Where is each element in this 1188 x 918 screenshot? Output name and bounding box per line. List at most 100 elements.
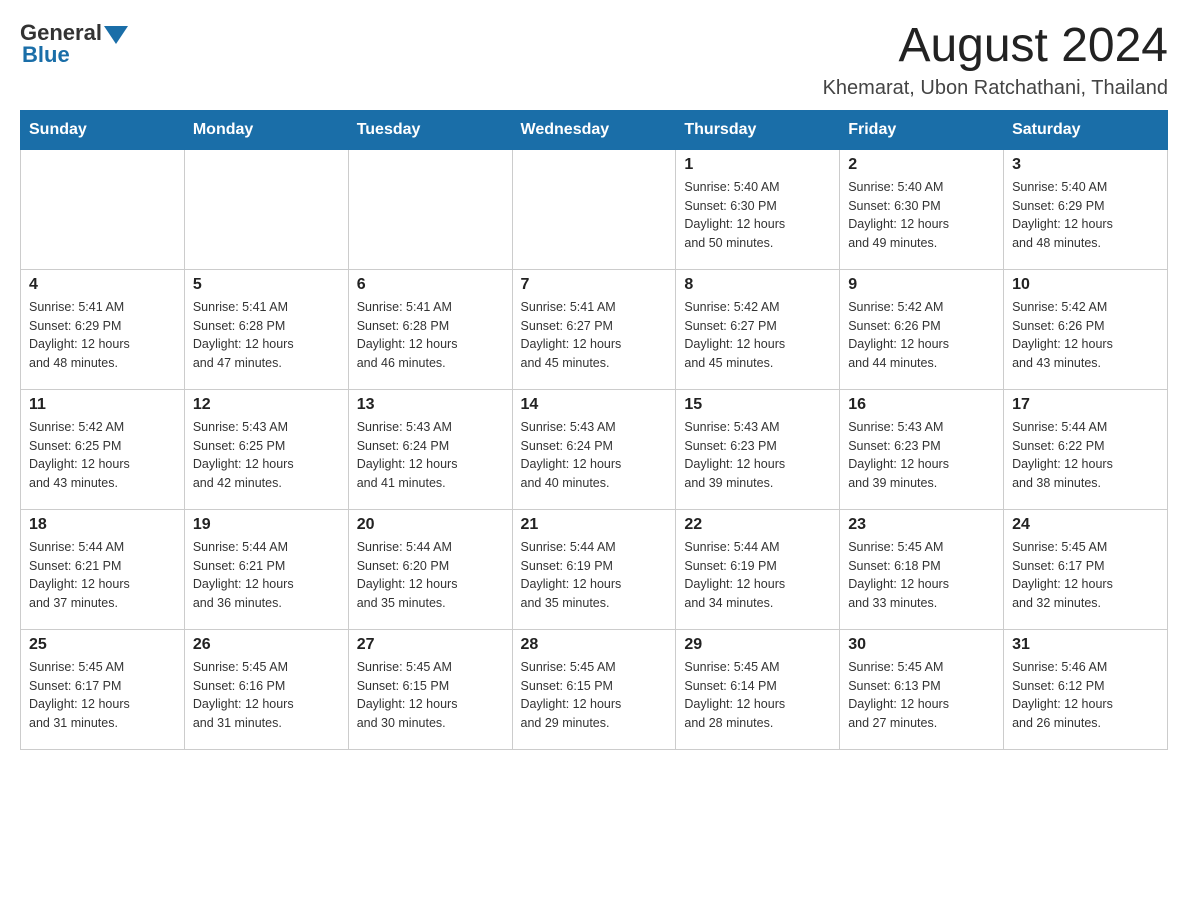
calendar-cell: 5 Sunrise: 5:41 AMSunset: 6:28 PMDaylight… <box>184 269 348 389</box>
day-info: Sunrise: 5:43 AMSunset: 6:25 PMDaylight:… <box>193 418 340 493</box>
calendar-cell: 7Sunrise: 5:41 AMSunset: 6:27 PMDaylight… <box>512 269 676 389</box>
calendar-cell: 8 Sunrise: 5:42 AMSunset: 6:27 PMDaylight… <box>676 269 840 389</box>
day-number: 17 <box>1012 396 1159 414</box>
day-info: Sunrise: 5:45 AMSunset: 6:17 PMDaylight:… <box>1012 538 1159 613</box>
calendar-cell: 10Sunrise: 5:42 AMSunset: 6:26 PMDayligh… <box>1004 269 1168 389</box>
calendar-cell: 1 Sunrise: 5:40 AMSunset: 6:30 PMDaylight… <box>676 149 840 269</box>
calendar-cell: 4 Sunrise: 5:41 AMSunset: 6:29 PMDaylight… <box>21 269 185 389</box>
day-info: Sunrise: 5:44 AMSunset: 6:22 PMDaylight:… <box>1012 418 1159 493</box>
calendar-cell: 29 Sunrise: 5:45 AMSunset: 6:14 PMDayligh… <box>676 629 840 749</box>
header-thursday: Thursday <box>676 110 840 149</box>
calendar-cell: 22 Sunrise: 5:44 AMSunset: 6:19 PMDayligh… <box>676 509 840 629</box>
calendar-week-row: 4 Sunrise: 5:41 AMSunset: 6:29 PMDaylight… <box>21 269 1168 389</box>
calendar-cell: 16 Sunrise: 5:43 AMSunset: 6:23 PMDayligh… <box>840 389 1004 509</box>
day-number: 24 <box>1012 516 1159 534</box>
day-info: Sunrise: 5:43 AMSunset: 6:23 PMDaylight:… <box>684 418 831 493</box>
calendar-cell: 17 Sunrise: 5:44 AMSunset: 6:22 PMDayligh… <box>1004 389 1168 509</box>
calendar-cell: 13 Sunrise: 5:43 AMSunset: 6:24 PMDayligh… <box>348 389 512 509</box>
day-info: Sunrise: 5:40 AMSunset: 6:30 PMDaylight:… <box>848 178 995 253</box>
title-area: August 2024 Khemarat, Ubon Ratchathani, … <box>823 20 1168 100</box>
day-number: 15 <box>684 396 831 414</box>
day-info: Sunrise: 5:45 AMSunset: 6:16 PMDaylight:… <box>193 658 340 733</box>
day-number: 31 <box>1012 636 1159 654</box>
day-info: Sunrise: 5:42 AMSunset: 6:26 PMDaylight:… <box>1012 298 1159 373</box>
header-friday: Friday <box>840 110 1004 149</box>
logo: General Blue <box>20 20 128 68</box>
day-info: Sunrise: 5:44 AMSunset: 6:19 PMDaylight:… <box>521 538 668 613</box>
day-info: Sunrise: 5:41 AMSunset: 6:28 PMDaylight:… <box>357 298 504 373</box>
calendar-week-row: 1 Sunrise: 5:40 AMSunset: 6:30 PMDaylight… <box>21 149 1168 269</box>
day-number: 1 <box>684 156 831 174</box>
day-info: Sunrise: 5:41 AMSunset: 6:28 PMDaylight:… <box>193 298 340 373</box>
calendar-cell: 24 Sunrise: 5:45 AMSunset: 6:17 PMDayligh… <box>1004 509 1168 629</box>
day-info: Sunrise: 5:41 AMSunset: 6:27 PMDaylight:… <box>521 298 668 373</box>
day-number: 26 <box>193 636 340 654</box>
day-number: 28 <box>521 636 668 654</box>
header-monday: Monday <box>184 110 348 149</box>
day-info: Sunrise: 5:45 AMSunset: 6:14 PMDaylight:… <box>684 658 831 733</box>
day-info: Sunrise: 5:45 AMSunset: 6:15 PMDaylight:… <box>521 658 668 733</box>
calendar-cell: 19 Sunrise: 5:44 AMSunset: 6:21 PMDayligh… <box>184 509 348 629</box>
day-number: 14 <box>521 396 668 414</box>
day-info: Sunrise: 5:43 AMSunset: 6:24 PMDaylight:… <box>521 418 668 493</box>
day-number: 25 <box>29 636 176 654</box>
day-number: 30 <box>848 636 995 654</box>
day-info: Sunrise: 5:43 AMSunset: 6:23 PMDaylight:… <box>848 418 995 493</box>
day-number: 20 <box>357 516 504 534</box>
day-number: 6 <box>357 276 504 294</box>
day-info: Sunrise: 5:46 AMSunset: 6:12 PMDaylight:… <box>1012 658 1159 733</box>
calendar-cell: 26 Sunrise: 5:45 AMSunset: 6:16 PMDayligh… <box>184 629 348 749</box>
day-info: Sunrise: 5:44 AMSunset: 6:21 PMDaylight:… <box>193 538 340 613</box>
calendar-cell: 30Sunrise: 5:45 AMSunset: 6:13 PMDayligh… <box>840 629 1004 749</box>
header-wednesday: Wednesday <box>512 110 676 149</box>
day-info: Sunrise: 5:44 AMSunset: 6:19 PMDaylight:… <box>684 538 831 613</box>
header-saturday: Saturday <box>1004 110 1168 149</box>
day-number: 21 <box>521 516 668 534</box>
header-tuesday: Tuesday <box>348 110 512 149</box>
day-info: Sunrise: 5:40 AMSunset: 6:29 PMDaylight:… <box>1012 178 1159 253</box>
header-sunday: Sunday <box>21 110 185 149</box>
day-number: 5 <box>193 276 340 294</box>
calendar-cell: 25Sunrise: 5:45 AMSunset: 6:17 PMDayligh… <box>21 629 185 749</box>
day-number: 16 <box>848 396 995 414</box>
day-number: 3 <box>1012 156 1159 174</box>
day-info: Sunrise: 5:43 AMSunset: 6:24 PMDaylight:… <box>357 418 504 493</box>
calendar-cell <box>512 149 676 269</box>
day-info: Sunrise: 5:44 AMSunset: 6:21 PMDaylight:… <box>29 538 176 613</box>
header: General Blue August 2024 Khemarat, Ubon … <box>20 20 1168 100</box>
logo-blue: Blue <box>20 42 70 68</box>
calendar-cell: 18 Sunrise: 5:44 AMSunset: 6:21 PMDayligh… <box>21 509 185 629</box>
day-number: 18 <box>29 516 176 534</box>
day-info: Sunrise: 5:41 AMSunset: 6:29 PMDaylight:… <box>29 298 176 373</box>
calendar-cell: 11Sunrise: 5:42 AMSunset: 6:25 PMDayligh… <box>21 389 185 509</box>
day-number: 9 <box>848 276 995 294</box>
calendar-cell: 27Sunrise: 5:45 AMSunset: 6:15 PMDayligh… <box>348 629 512 749</box>
day-info: Sunrise: 5:42 AMSunset: 6:27 PMDaylight:… <box>684 298 831 373</box>
day-number: 22 <box>684 516 831 534</box>
day-info: Sunrise: 5:42 AMSunset: 6:25 PMDaylight:… <box>29 418 176 493</box>
calendar-cell: 9 Sunrise: 5:42 AMSunset: 6:26 PMDaylight… <box>840 269 1004 389</box>
calendar-cell: 31 Sunrise: 5:46 AMSunset: 6:12 PMDayligh… <box>1004 629 1168 749</box>
calendar-cell: 15 Sunrise: 5:43 AMSunset: 6:23 PMDayligh… <box>676 389 840 509</box>
day-number: 8 <box>684 276 831 294</box>
calendar-week-row: 25Sunrise: 5:45 AMSunset: 6:17 PMDayligh… <box>21 629 1168 749</box>
day-info: Sunrise: 5:42 AMSunset: 6:26 PMDaylight:… <box>848 298 995 373</box>
day-number: 27 <box>357 636 504 654</box>
calendar-header-row: SundayMondayTuesdayWednesdayThursdayFrid… <box>21 110 1168 149</box>
calendar-week-row: 18 Sunrise: 5:44 AMSunset: 6:21 PMDayligh… <box>21 509 1168 629</box>
calendar-table: SundayMondayTuesdayWednesdayThursdayFrid… <box>20 110 1168 750</box>
calendar-cell: 21 Sunrise: 5:44 AMSunset: 6:19 PMDayligh… <box>512 509 676 629</box>
day-number: 2 <box>848 156 995 174</box>
day-info: Sunrise: 5:40 AMSunset: 6:30 PMDaylight:… <box>684 178 831 253</box>
calendar-cell: 20Sunrise: 5:44 AMSunset: 6:20 PMDayligh… <box>348 509 512 629</box>
day-number: 13 <box>357 396 504 414</box>
calendar-cell: 2 Sunrise: 5:40 AMSunset: 6:30 PMDaylight… <box>840 149 1004 269</box>
day-number: 12 <box>193 396 340 414</box>
calendar-cell: 12 Sunrise: 5:43 AMSunset: 6:25 PMDayligh… <box>184 389 348 509</box>
day-number: 29 <box>684 636 831 654</box>
day-number: 4 <box>29 276 176 294</box>
day-number: 23 <box>848 516 995 534</box>
day-number: 19 <box>193 516 340 534</box>
calendar-cell: 6 Sunrise: 5:41 AMSunset: 6:28 PMDaylight… <box>348 269 512 389</box>
calendar-week-row: 11Sunrise: 5:42 AMSunset: 6:25 PMDayligh… <box>21 389 1168 509</box>
